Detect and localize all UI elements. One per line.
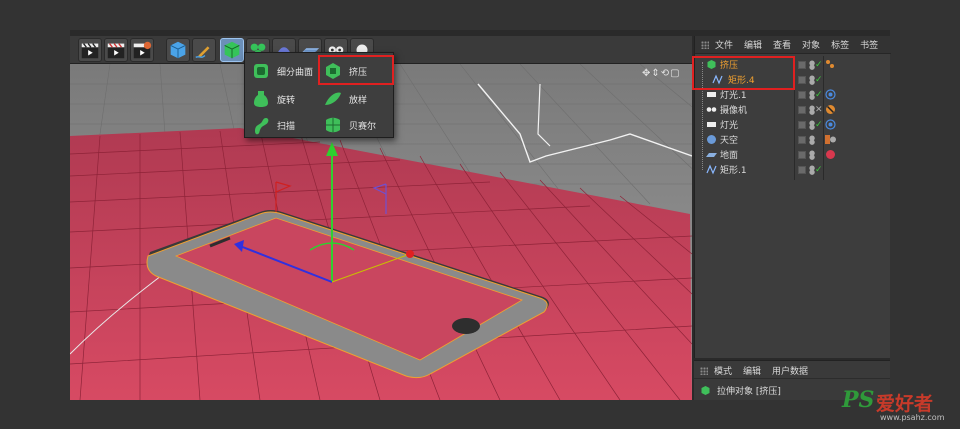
menu-item-lathe[interactable]: 旋转: [249, 87, 295, 111]
object-label: 摄像机: [720, 106, 748, 116]
object-row-sky[interactable]: 天空 ● ●: [694, 132, 890, 147]
grip-icon: [700, 366, 708, 375]
camera-icon: [706, 104, 717, 115]
lathe-icon: [251, 89, 271, 109]
menu-tags[interactable]: 标签: [831, 38, 849, 51]
menu-edit[interactable]: 编辑: [743, 364, 761, 377]
render-view-button[interactable]: [78, 38, 102, 62]
bezier-icon: [323, 115, 343, 135]
menu-view[interactable]: 查看: [773, 38, 791, 51]
target-tag-icon[interactable]: [825, 89, 836, 100]
enabled-check-icon[interactable]: ✓: [815, 90, 823, 100]
visibility-toggle[interactable]: [798, 105, 806, 114]
object-row-rectangle-1[interactable]: 矩形.1 ● ● ✓: [694, 162, 890, 177]
menu-item-label: 扫描: [277, 121, 296, 132]
menu-item-label: 放样: [349, 95, 368, 106]
menu-item-loft[interactable]: 放样: [321, 87, 367, 111]
watermark: PS 爱好者 www.psahz.com: [842, 385, 960, 429]
attribute-manager-menubar: 模式 编辑 用户数据: [694, 363, 890, 379]
material-sphere-tag-icon[interactable]: [825, 149, 836, 160]
visibility-toggle[interactable]: [798, 75, 806, 84]
render-to-picture-viewer-button[interactable]: [104, 38, 128, 62]
object-manager-menubar: 文件 编辑 查看 对象 标签 书签: [695, 36, 891, 54]
subdivision-surface-icon: [251, 61, 271, 81]
sweep-icon: [251, 115, 271, 135]
menu-mode[interactable]: 模式: [714, 364, 732, 377]
light-icon: [706, 119, 717, 130]
menu-item-label: 旋转: [277, 95, 296, 106]
object-label: 天空: [720, 136, 739, 146]
enabled-check-icon[interactable]: ✕: [815, 105, 823, 115]
object-label: 灯光: [720, 121, 739, 131]
clapper-render-icon: [81, 43, 99, 59]
generator-nurbs-icon: [224, 41, 240, 59]
object-row-floor[interactable]: 地面 ● ●: [694, 147, 890, 162]
visibility-toggle[interactable]: [798, 165, 806, 174]
object-label: 地面: [720, 151, 739, 161]
menu-item-label: 贝赛尔: [349, 121, 377, 132]
grip-icon: [701, 40, 709, 49]
home-button-hole: [452, 318, 480, 334]
phong-tag-icon[interactable]: [825, 59, 836, 70]
pen-spline-button[interactable]: [192, 38, 216, 62]
object-row-light[interactable]: 灯光 ● ● ✓: [694, 117, 890, 132]
attribute-object-title: 拉伸对象 [挤压]: [700, 383, 781, 397]
visibility-toggle[interactable]: [798, 60, 806, 69]
clapper-picture-viewer-icon: [107, 43, 125, 59]
material-tag-icon[interactable]: [825, 134, 836, 145]
extrude-icon: [700, 385, 711, 396]
object-row-camera[interactable]: 摄像机 ● ● ✕: [694, 102, 890, 117]
pen-spline-icon: [195, 46, 210, 58]
loft-icon: [323, 89, 343, 109]
visibility-toggle[interactable]: [798, 135, 806, 144]
menu-item-subdivision-surface[interactable]: 细分曲面: [249, 59, 313, 83]
generator-nurbs-button[interactable]: [220, 38, 244, 62]
cube-icon: [170, 41, 186, 59]
visibility-toggle[interactable]: [798, 120, 806, 129]
menu-bookmarks[interactable]: 书签: [860, 38, 878, 51]
enabled-check-icon[interactable]: ✓: [815, 165, 823, 175]
object-label: 矩形.1: [720, 166, 747, 176]
watermark-logo-cn: 爱好者: [876, 393, 934, 415]
enabled-check-icon[interactable]: ✓: [815, 60, 823, 70]
clapper-render-settings-icon: [133, 41, 152, 59]
watermark-logo: PS: [842, 387, 875, 413]
spline-icon: [706, 164, 717, 175]
render-dots[interactable]: ● ●: [809, 134, 815, 145]
viewport-navigation-icons[interactable]: ✥⇕⟲▢: [642, 68, 690, 80]
render-settings-button[interactable]: [130, 38, 154, 62]
target-tag-icon[interactable]: [825, 119, 836, 130]
light-icon: [706, 89, 717, 100]
floor-icon: [706, 149, 717, 160]
menu-user-data[interactable]: 用户数据: [772, 364, 808, 377]
menu-item-sweep[interactable]: 扫描: [249, 113, 295, 137]
sky-icon: [706, 134, 717, 145]
menu-file[interactable]: 文件: [715, 38, 733, 51]
visibility-toggle[interactable]: [798, 150, 806, 159]
extrude-selection-highlight-box: [692, 56, 795, 90]
watermark-url: www.psahz.com: [880, 413, 945, 422]
cube-object-button[interactable]: [166, 38, 190, 62]
extrude-highlight-box: [318, 55, 394, 85]
menu-item-label: 细分曲面: [277, 67, 314, 78]
render-dots[interactable]: ● ●: [809, 149, 815, 160]
protect-tag-icon[interactable]: [825, 104, 836, 115]
menu-edit[interactable]: 编辑: [744, 38, 762, 51]
enabled-check-icon[interactable]: ✓: [815, 75, 823, 85]
menu-item-bezier[interactable]: 贝赛尔: [321, 113, 376, 137]
menu-objects[interactable]: 对象: [802, 38, 820, 51]
attribute-title-label: 拉伸对象 [挤压]: [717, 386, 781, 397]
visibility-toggle[interactable]: [798, 90, 806, 99]
enabled-check-icon[interactable]: ✓: [815, 120, 823, 130]
